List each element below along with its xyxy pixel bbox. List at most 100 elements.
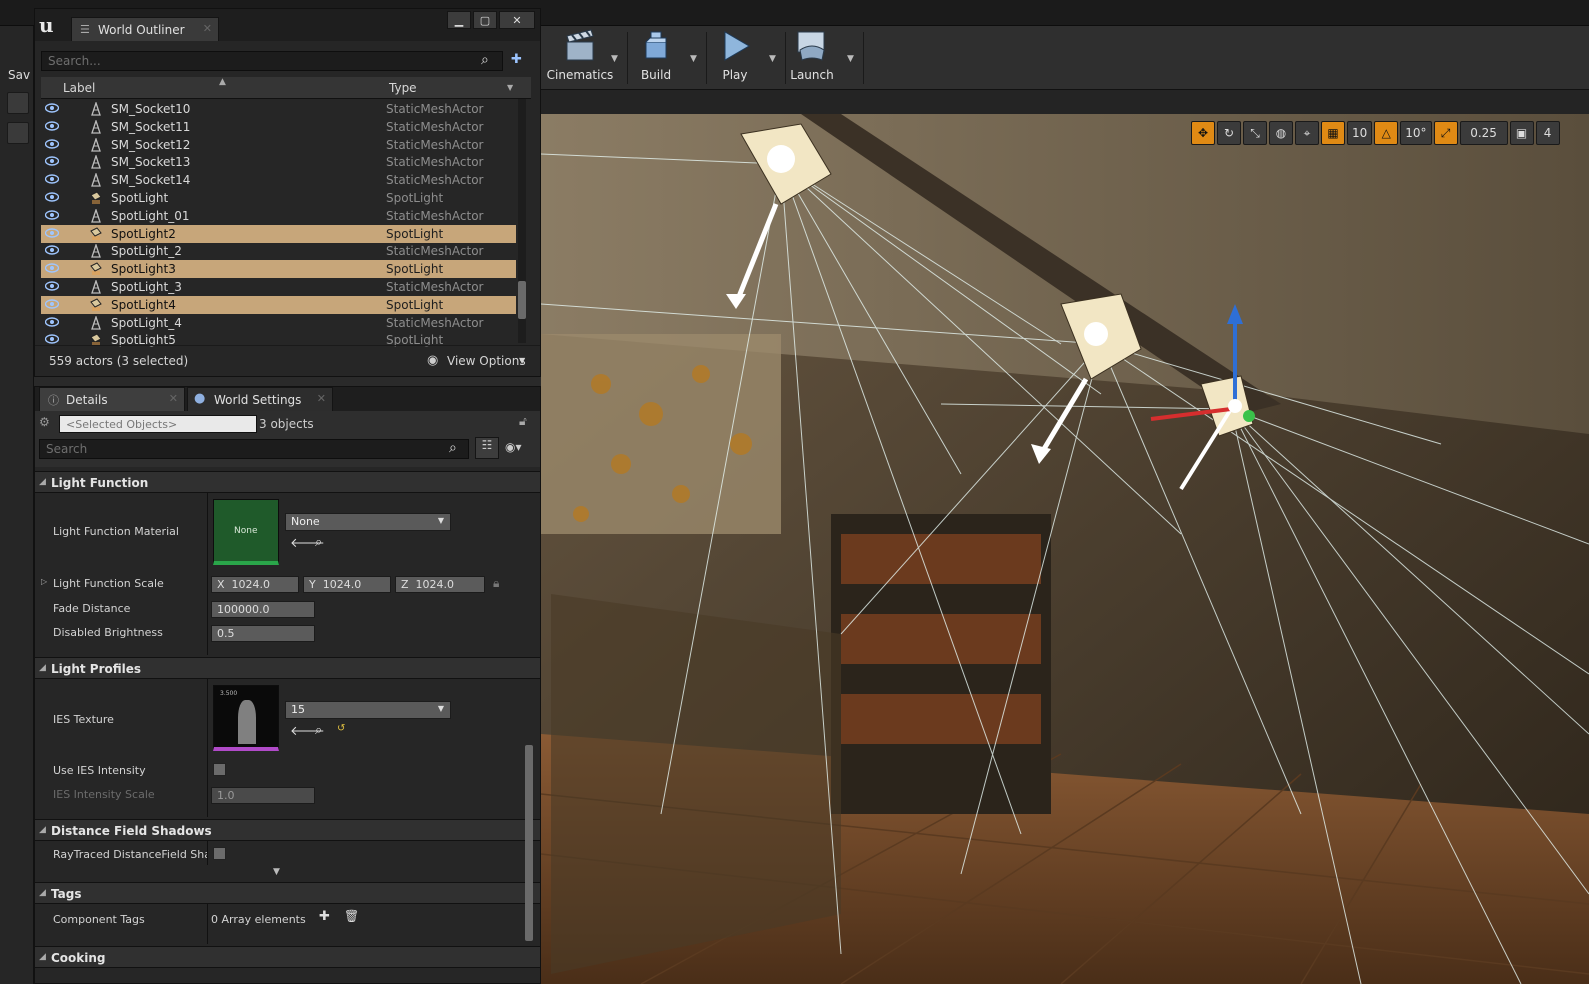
outliner-row[interactable]: SM_Socket14 StaticMeshActor	[41, 171, 516, 189]
tab-world-outliner[interactable]: ☰ World Outliner ✕	[71, 17, 219, 41]
ies-thumbnail[interactable]: 3.500	[213, 685, 279, 751]
section-distance-field-shadows[interactable]: ◢ Distance Field Shadows	[35, 819, 540, 841]
tab-details[interactable]: ⓘ Details ✕	[39, 387, 185, 411]
browse-search-icon[interactable]: ⌕	[315, 723, 322, 738]
close-tab-icon[interactable]: ✕	[169, 392, 178, 405]
view-options-button[interactable]: View Options	[447, 354, 526, 368]
browse-search-icon[interactable]: ⌕	[315, 535, 322, 550]
outliner-row[interactable]: SpotLight_01 StaticMeshActor	[41, 207, 516, 225]
cinematics-dropdown-icon[interactable]: ▼	[611, 54, 618, 64]
world-space-icon[interactable]: ◍	[1269, 121, 1293, 145]
outliner-row[interactable]: SpotLight_3 StaticMeshActor	[41, 278, 516, 296]
rotate-mode-icon[interactable]: ↻	[1217, 121, 1241, 145]
eye-visibility-icon[interactable]	[45, 281, 59, 291]
eye-visibility-icon[interactable]	[45, 227, 59, 238]
chevron-down-icon[interactable]: ▼	[519, 356, 525, 365]
outliner-row[interactable]: SM_Socket10 StaticMeshActor	[41, 100, 516, 118]
outliner-row[interactable]: SpotLight4 SpotLight	[41, 295, 516, 314]
details-search-input[interactable]: Search	[39, 439, 469, 459]
lock-icon[interactable]: 🔓︎	[519, 414, 527, 429]
section-light-profiles[interactable]: ◢ Light Profiles	[35, 657, 540, 679]
use-ies-intensity-checkbox[interactable]	[213, 763, 226, 776]
grid-snap-value[interactable]: 10	[1347, 121, 1373, 145]
outliner-row[interactable]: SM_Socket11 StaticMeshActor	[41, 118, 516, 136]
trash-icon[interactable]: 🗑︎	[344, 909, 359, 923]
close-tab-icon[interactable]: ✕	[203, 22, 212, 35]
outliner-row[interactable]: SpotLight_2 StaticMeshActor	[41, 242, 516, 260]
outliner-search-input[interactable]: Search...	[41, 51, 503, 71]
close-tab-icon[interactable]: ✕	[317, 392, 326, 405]
outliner-row[interactable]: SpotLight2 SpotLight	[41, 224, 516, 243]
rotation-snap-icon[interactable]: △	[1374, 121, 1399, 145]
camera-speed-icon[interactable]: ▣	[1509, 121, 1534, 145]
eye-visibility-icon[interactable]	[45, 103, 59, 113]
build-dropdown-icon[interactable]: ▼	[690, 54, 697, 64]
scale-y-field[interactable]: Y 1024.0	[303, 576, 391, 593]
maximize-button[interactable]: ▢	[473, 11, 497, 29]
column-label-header[interactable]: Label	[63, 81, 95, 95]
tab-world-settings[interactable]: ● World Settings ✕	[187, 387, 333, 411]
section-cooking[interactable]: ◢ Cooking	[35, 946, 540, 968]
launch-button[interactable]: Launch	[775, 28, 849, 88]
close-window-button[interactable]: ✕	[499, 11, 535, 29]
disabled-brightness-field[interactable]: 0.5	[211, 625, 315, 642]
eye-visibility-icon[interactable]	[45, 192, 59, 202]
eye-visibility-icon[interactable]	[45, 245, 59, 256]
eye-visibility-icon[interactable]	[45, 210, 59, 220]
add-element-icon[interactable]: ✚	[319, 909, 330, 924]
expand-icon[interactable]: ▷	[41, 577, 47, 586]
collapse-icon: ◢	[39, 663, 46, 673]
lock-ratio-icon[interactable]: 🔒︎	[493, 576, 499, 591]
ies-texture-dropdown[interactable]: 15 ▼	[285, 701, 451, 719]
camera-speed-value[interactable]: 4	[1535, 121, 1560, 145]
section-tags[interactable]: ◢ Tags	[35, 882, 540, 904]
eye-visibility-icon[interactable]	[45, 316, 59, 327]
eye-visibility-icon[interactable]	[45, 121, 59, 131]
outliner-scroll-thumb[interactable]	[518, 281, 526, 319]
outliner-row[interactable]: SpotLight_4 StaticMeshActor	[41, 314, 516, 332]
show-advanced-icon[interactable]: ▼	[273, 867, 280, 877]
fade-distance-field[interactable]: 100000.0	[211, 601, 315, 618]
modes-grid-icon[interactable]	[7, 92, 29, 114]
surface-snap-icon[interactable]: ⌖	[1295, 121, 1319, 145]
material-thumbnail[interactable]: None	[213, 499, 279, 565]
scale-mode-icon[interactable]: ⤡	[1243, 121, 1267, 145]
outliner-row[interactable]: SpotLight3 SpotLight	[41, 260, 516, 279]
section-light-function[interactable]: ◢ Light Function	[35, 471, 540, 493]
eye-visibility-icon[interactable]	[45, 156, 59, 167]
save-button-cut[interactable]: Sav	[8, 68, 30, 82]
chevron-down-icon[interactable]	[7, 122, 29, 144]
rotation-snap-value[interactable]: 10°	[1400, 121, 1432, 145]
translate-mode-icon[interactable]: ✥	[1191, 121, 1215, 145]
eye-visibility-icon[interactable]	[45, 138, 59, 149]
outliner-row[interactable]: SM_Socket13 StaticMeshActor	[41, 153, 516, 171]
minimize-button[interactable]: ▁	[447, 11, 471, 29]
cinematics-button[interactable]: Cinematics	[543, 28, 617, 88]
pin-icon[interactable]: ✚	[511, 52, 522, 67]
eye-visibility-icon[interactable]	[45, 174, 59, 184]
ies-intensity-scale-field[interactable]: 1.0	[211, 787, 315, 804]
scale-snap-icon[interactable]: ⤢	[1433, 121, 1458, 145]
outliner-row[interactable]: SM_Socket12 StaticMeshActor	[41, 136, 516, 154]
column-options-icon[interactable]: ▼	[507, 83, 513, 92]
launch-dropdown-icon[interactable]: ▼	[847, 54, 854, 64]
grid-snap-icon[interactable]: ▦	[1321, 121, 1345, 145]
details-scroll-thumb[interactable]	[525, 745, 533, 941]
raytraced-distancefield-checkbox[interactable]	[213, 847, 226, 860]
material-dropdown[interactable]: None ▼	[285, 513, 451, 531]
scale-snap-value[interactable]: 0.25	[1459, 121, 1508, 145]
scale-x-field[interactable]: X 1024.0	[211, 576, 299, 593]
eye-visibility-icon[interactable]	[45, 299, 59, 309]
scale-z-field[interactable]: Z 1024.0	[395, 576, 485, 593]
eye-visibility-icon[interactable]	[45, 263, 59, 273]
outliner-row[interactable]: SpotLight SpotLight	[41, 189, 516, 207]
build-button[interactable]: Build	[619, 28, 693, 88]
property-matrix-icon[interactable]: ☷	[475, 437, 499, 459]
play-button[interactable]: Play	[698, 28, 772, 88]
eye-visibility-icon[interactable]	[45, 334, 59, 345]
level-viewport[interactable]: ✥ ↻ ⤡ ◍ ⌖ ▦ 10 △ 10° ⤢ 0.25 ▣ 4	[541, 114, 1589, 984]
selected-objects-field[interactable]: <Selected Objects>	[59, 415, 257, 433]
visibility-options-icon[interactable]: ◉▾	[505, 440, 522, 454]
reset-to-default-icon[interactable]: ↺	[337, 723, 345, 734]
column-type-header[interactable]: Type	[389, 81, 417, 95]
